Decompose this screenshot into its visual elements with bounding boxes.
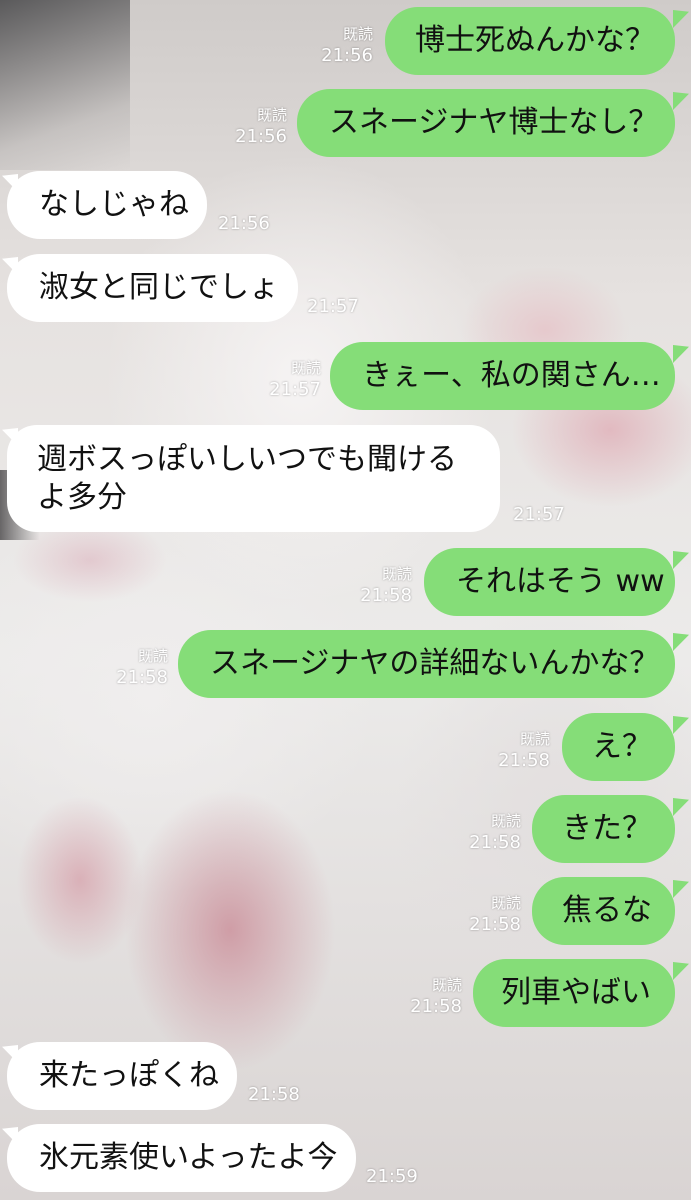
message-bubble-sent[interactable]: スネージナヤの詳細ないんかな？ <box>178 630 675 698</box>
message-bubble-sent[interactable]: 列車やばい <box>473 959 675 1027</box>
message-meta: 既読 21:58 <box>360 564 412 606</box>
message-bubble-received[interactable]: 週ボスっぽいしいつでも聞けるよ多分 <box>7 425 500 532</box>
message-bubble-received[interactable]: 来たっぽくね <box>7 1042 237 1110</box>
message-time: 21:56 <box>321 45 373 66</box>
read-receipt: 既読 <box>256 106 287 124</box>
read-receipt: 既読 <box>490 894 521 912</box>
message-meta: 既読 21:56 <box>321 24 373 66</box>
message-time: 21:58 <box>410 996 462 1017</box>
background-shadow <box>0 0 130 170</box>
message-time: 21:58 <box>116 667 168 688</box>
message-bubble-sent[interactable]: きぇー、私の関さん… <box>330 342 675 410</box>
message-time: 21:56 <box>235 126 287 147</box>
message-bubble-sent[interactable]: え？ <box>562 713 675 781</box>
message-time: 21:58 <box>248 1084 300 1105</box>
message-meta: 既読 21:58 <box>469 811 521 853</box>
message-time: 21:58 <box>360 585 412 606</box>
message-meta: 既読 21:58 <box>410 975 462 1017</box>
message-bubble-sent[interactable]: 博士死ぬんかな？ <box>385 7 675 75</box>
message-time: 21:59 <box>366 1166 418 1187</box>
message-meta: 既読 21:57 <box>269 358 321 400</box>
read-receipt: 既読 <box>519 730 550 748</box>
message-time: 21:58 <box>469 832 521 853</box>
message-time: 21:58 <box>498 750 550 771</box>
read-receipt: 既読 <box>290 359 321 377</box>
message-time: 21:57 <box>269 379 321 400</box>
read-receipt: 既読 <box>431 976 462 994</box>
message-meta: 既読 21:58 <box>116 646 168 688</box>
message-meta: 既読 21:58 <box>498 729 550 771</box>
message-meta: 既読 21:56 <box>235 105 287 147</box>
message-bubble-sent[interactable]: 焦るな <box>532 877 675 945</box>
read-receipt: 既読 <box>490 812 521 830</box>
message-bubble-sent[interactable]: それはそう ww <box>424 548 675 616</box>
read-receipt: 既読 <box>381 565 412 583</box>
message-bubble-sent[interactable]: きた？ <box>532 795 675 863</box>
message-bubble-sent[interactable]: スネージナヤ博士なし？ <box>297 89 675 157</box>
message-bubble-received[interactable]: 淑女と同じでしょ <box>7 254 298 322</box>
message-time: 21:58 <box>469 914 521 935</box>
message-meta: 既読 21:58 <box>469 893 521 935</box>
message-time: 21:57 <box>513 504 565 525</box>
message-time: 21:56 <box>218 213 270 234</box>
read-receipt: 既読 <box>342 25 373 43</box>
message-time: 21:57 <box>307 296 359 317</box>
message-bubble-received[interactable]: 氷元素使いよったよ今 <box>7 1124 356 1192</box>
read-receipt: 既読 <box>137 647 168 665</box>
message-bubble-received[interactable]: なしじゃね <box>7 171 207 239</box>
